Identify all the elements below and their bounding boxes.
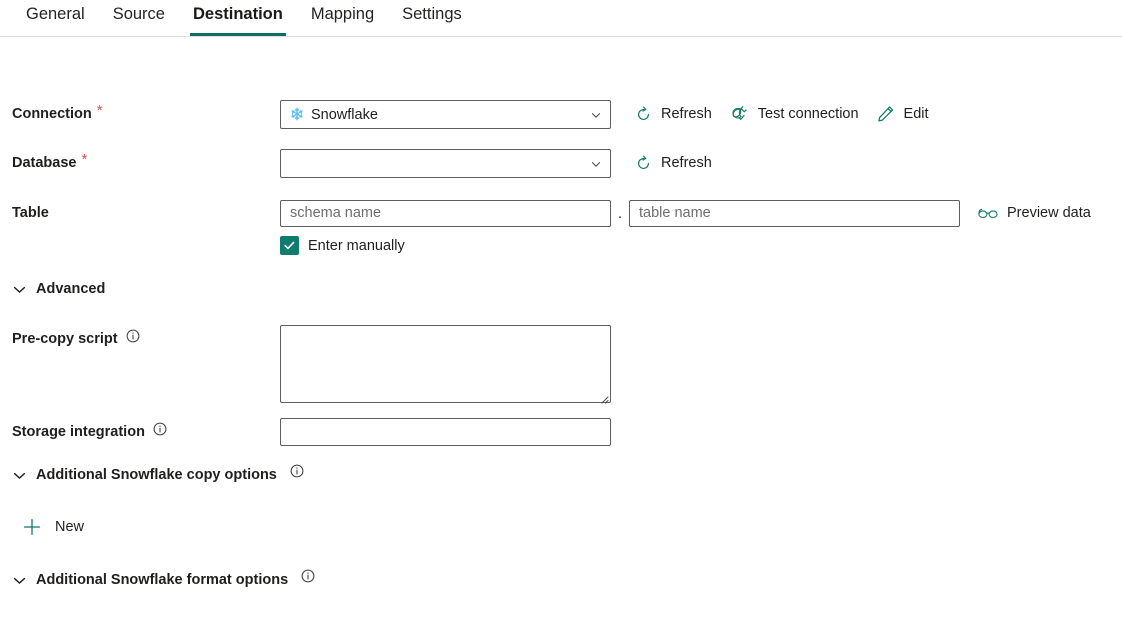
tab-settings[interactable]: Settings [388,0,476,36]
connection-label: Connection * [12,102,103,122]
enter-manually-checkbox[interactable] [280,236,299,255]
table-name-input[interactable] [629,199,960,227]
storage-integration-row: Storage integration [0,418,1122,446]
advanced-label: Advanced [36,281,106,297]
tab-destination[interactable]: Destination [179,0,297,36]
info-icon[interactable] [301,569,315,587]
edit-connection-button[interactable]: Edit [871,100,941,128]
refresh-database-button[interactable]: Refresh [629,149,724,177]
precopy-script-field [280,325,611,404]
connection-row: Connection * Snowflake Refresh Test conn… [0,100,1122,129]
tab-mapping[interactable]: Mapping [297,0,388,36]
tab-mapping-label: Mapping [310,5,375,23]
refresh-icon [635,155,652,172]
copy-options-label: Additional Snowflake copy options [36,467,277,483]
schema-table-separator: . [617,204,623,222]
copy-options-section-header[interactable]: Additional Snowflake copy options [0,464,1122,485]
tab-bar: General Source Destination Mapping Setti… [0,0,1122,37]
glasses-icon [978,207,998,220]
database-commands: Refresh [611,149,724,177]
info-icon[interactable] [126,329,140,343]
tab-general-label: General [26,5,85,23]
connection-controls: Snowflake Refresh Test connection Edit [280,100,941,129]
storage-integration-input[interactable] [280,418,611,446]
chevron-down-icon [590,109,602,121]
copy-options-new-label: New [55,519,85,535]
enter-manually-label[interactable]: Enter manually [308,238,405,254]
schema-name-input[interactable] [280,199,611,227]
info-icon[interactable] [290,464,304,482]
database-label: Database * [12,151,88,171]
tab-settings-label: Settings [402,5,462,23]
connection-commands: Refresh Test connection Edit [611,100,941,128]
copy-options-new-button[interactable]: New [0,517,1122,537]
plug-check-icon [730,105,749,124]
required-asterisk: * [96,102,103,119]
destination-form: Connection * Snowflake Refresh Test conn… [0,37,1122,588]
precopy-script-row: Pre-copy script [0,325,1122,404]
table-commands: Preview data [960,199,1103,227]
format-options-label: Additional Snowflake format options [36,572,289,588]
tab-source-label: Source [112,5,165,23]
connection-dropdown[interactable]: Snowflake [280,100,611,129]
database-dropdown[interactable] [280,149,611,178]
tab-source[interactable]: Source [99,0,179,36]
pencil-icon [877,105,895,123]
tab-destination-label: Destination [192,5,283,23]
connection-value: Snowflake [311,106,378,123]
chevron-down-icon [12,468,27,483]
storage-integration-label: Storage integration [12,418,280,442]
enter-manually-row: Enter manually [280,236,1103,255]
advanced-section-header[interactable]: Advanced [0,279,1122,299]
snowflake-icon [290,107,304,123]
chevron-down-icon [12,282,27,297]
test-connection-button[interactable]: Test connection [724,100,871,128]
info-icon[interactable] [153,422,167,436]
required-asterisk: * [81,151,88,168]
database-controls: Refresh [280,149,724,178]
refresh-icon [635,106,652,123]
tab-general[interactable]: General [12,0,99,36]
preview-data-button[interactable]: Preview data [972,199,1103,227]
chevron-down-icon [590,158,602,170]
precopy-script-textarea[interactable] [280,325,611,403]
table-label: Table [12,205,49,221]
database-row: Database * Refresh [0,149,1122,178]
precopy-script-label: Pre-copy script [12,325,280,349]
table-row: Table . [0,199,1122,255]
format-options-section-header[interactable]: Additional Snowflake format options [0,569,1122,590]
chevron-down-icon [12,573,27,588]
plus-icon [22,517,42,537]
table-controls: . Preview data [280,199,1103,255]
refresh-connection-button[interactable]: Refresh [629,100,724,128]
